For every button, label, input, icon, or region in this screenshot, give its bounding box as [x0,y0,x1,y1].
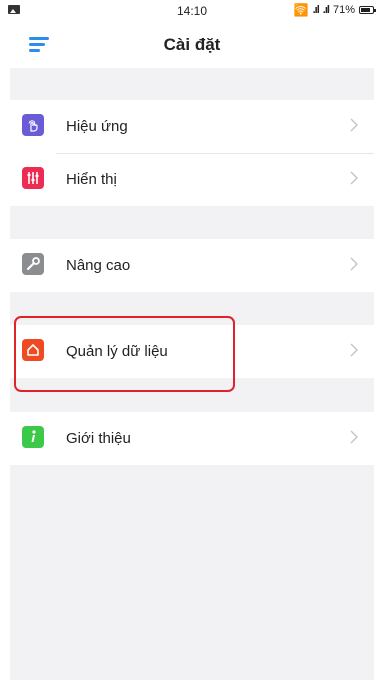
settings-item-advanced[interactable]: Nâng cao [10,239,374,292]
status-indicators: 🛜 .ıl .ıl 71% [293,3,376,17]
signal-icon: .ıl [312,4,320,16]
settings-item-label: Giới thiệu [66,430,131,447]
settings-item-label: Hiển thị [66,171,117,188]
sliders-icon [22,167,44,189]
hand-touch-icon [22,114,44,136]
chevron-right-icon [350,171,358,185]
chevron-right-icon [350,343,358,357]
chevron-right-icon [350,257,358,271]
settings-item-about[interactable]: Giới thiệu [10,412,374,465]
settings-item-effects[interactable]: Hiệu ứng [10,100,374,153]
battery-percent: 71% [332,4,355,16]
settings-group-2: Nâng cao [10,239,374,292]
settings-screen: 14:10 🛜 .ıl .ıl 71% Cài đặt Hiệu ứng Hiể… [0,0,384,681]
chevron-right-icon [350,118,358,132]
settings-group-4: Giới thiệu [10,412,374,465]
status-bar: 14:10 🛜 .ıl .ıl 71% [0,0,384,22]
info-icon [22,426,44,448]
settings-item-label: Nâng cao [66,257,131,274]
battery-icon [359,6,376,14]
settings-list: Hiệu ứng Hiển thị Nâng cao Quản lý dữ li… [10,68,374,680]
settings-item-display[interactable]: Hiển thị [10,153,374,206]
settings-group-1: Hiệu ứng Hiển thị [10,100,374,206]
settings-item-label: Quản lý dữ liệu [66,343,168,360]
settings-item-label: Hiệu ứng [66,118,128,135]
settings-item-data-management[interactable]: Quản lý dữ liệu [10,325,374,378]
wrench-icon [22,253,44,275]
signal-icon-2: .ıl [322,4,330,16]
page-title: Cài đặt [163,35,221,54]
wifi-icon: 🛜 [293,3,309,17]
chevron-right-icon [350,430,358,444]
app-header: Cài đặt [0,22,384,68]
home-icon [22,339,44,361]
settings-group-3: Quản lý dữ liệu [10,325,374,378]
